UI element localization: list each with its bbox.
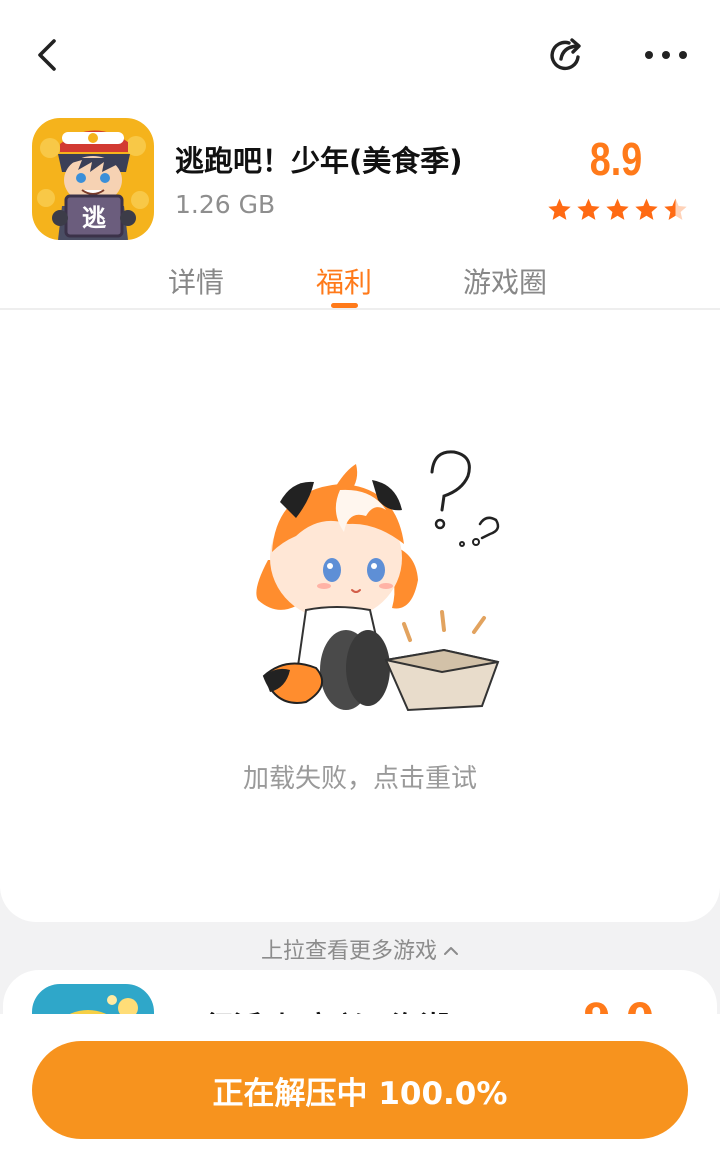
share-button[interactable] [540,28,594,82]
tab-divider [0,308,720,310]
pull-up-hint: 上拉查看更多游戏 [0,933,720,965]
rating-score: 8.9 [589,133,643,185]
tab-bar: 详情 福利 游戏圈 [0,255,720,309]
detail-panel: 逃 逃跑吧！少年(美食季) 1.26 GB 8.9 详情 福利 游戏圈 加载失败… [0,0,720,922]
app-icon: 逃 [32,118,154,240]
more-button[interactable] [636,28,696,82]
rating-stars [547,197,688,222]
star-icon [577,198,600,220]
app-icon-sign-text: 逃 [82,204,106,232]
app-size: 1.26 GB [175,190,276,219]
load-failed-retry-text[interactable]: 加载失败，点击重试 [0,758,720,795]
empty-state-illustration[interactable] [236,440,506,720]
tab-game-circle[interactable]: 游戏圈 [463,261,547,301]
half-star-icon [664,198,687,220]
app-title: 逃跑吧！少年(美食季) [175,144,463,178]
tab-details[interactable]: 详情 [168,261,224,301]
back-arrow-icon [38,39,56,71]
app-detail-page: 逃 逃跑吧！少年(美食季) 1.26 GB 8.9 详情 福利 游戏圈 加载失败… [0,0,720,1162]
star-icon [635,198,658,220]
more-dots-icon [645,51,687,59]
star-icon [548,198,571,220]
pull-up-hint-text: 上拉查看更多游戏 [260,939,437,964]
download-progress-button[interactable]: 正在解压中 100.0% [32,1041,688,1139]
back-button[interactable] [20,28,74,82]
chevron-up-icon [443,937,459,962]
tab-welfare[interactable]: 福利 [316,261,372,301]
share-icon [550,38,581,71]
star-icon [606,198,629,220]
